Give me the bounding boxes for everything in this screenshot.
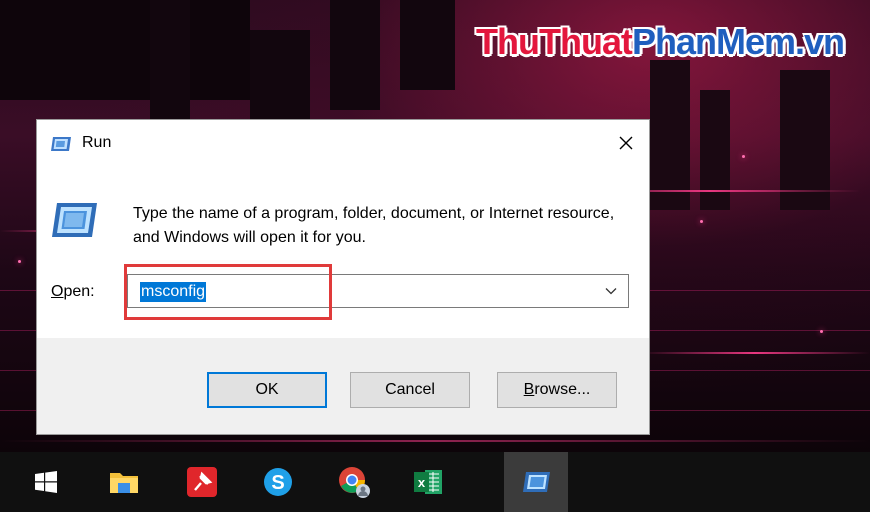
open-input[interactable]: msconfig [140,282,207,302]
dropdown-button[interactable] [600,275,622,307]
start-button[interactable] [14,452,78,512]
watermark-logo: ThuThuatPhanMem.vn [476,21,845,62]
chevron-down-icon [605,288,617,295]
run-icon [523,472,550,492]
excel-icon: x [414,470,442,494]
open-combobox[interactable]: msconfig [127,274,629,308]
taskbar-run[interactable] [504,452,568,512]
cancel-button[interactable]: Cancel [350,372,470,408]
taskbar: S x [0,452,870,512]
chrome-icon [339,467,370,498]
run-dialog: Run Type the name of a program, folder, … [36,119,650,435]
run-icon [50,136,72,157]
file-explorer-icon [110,473,138,493]
taskbar-excel[interactable]: x [396,452,460,512]
dialog-title: Run [82,134,112,151]
open-label: Open: [51,283,95,300]
taskbar-file-explorer[interactable] [92,452,156,512]
windows-start-icon [35,471,57,493]
taskbar-pinned-app[interactable] [170,452,234,512]
svg-text:x: x [418,475,426,490]
skype-icon: S [264,468,292,496]
button-bar: OK Cancel Browse... [37,338,649,434]
pinned-app-icon [187,467,217,497]
close-button[interactable] [603,120,649,166]
dialog-description: Type the name of a program, folder, docu… [133,205,615,246]
ok-button[interactable]: OK [207,372,327,408]
taskbar-chrome[interactable] [322,452,386,512]
run-program-icon [49,200,99,245]
taskbar-skype[interactable]: S [246,452,310,512]
svg-text:S: S [271,472,284,494]
close-icon [619,136,633,150]
browse-button[interactable]: Browse... [497,372,617,408]
title-bar[interactable]: Run [37,120,649,166]
